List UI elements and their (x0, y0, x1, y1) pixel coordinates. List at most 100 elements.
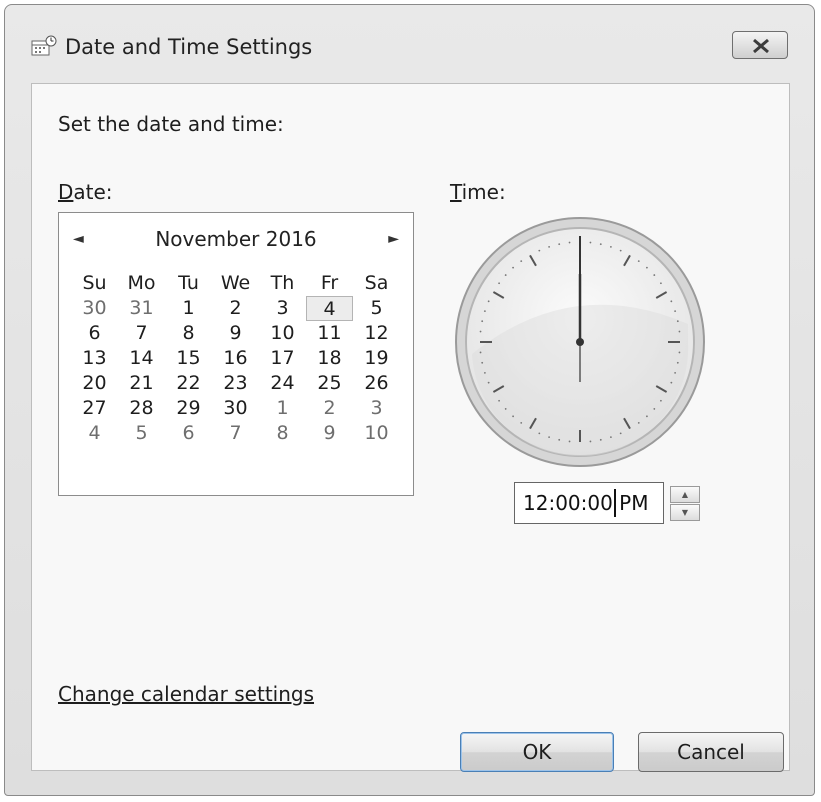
calendar-header: ◄ November 2016 ► (59, 227, 413, 257)
calendar-day-other-month[interactable]: 6 (165, 421, 212, 446)
spin-up-button[interactable]: ▲ (670, 486, 700, 503)
clock-minute-dot (479, 351, 482, 354)
calendar-day[interactable]: 8 (165, 321, 212, 346)
clock-minute-dot (599, 243, 602, 246)
calendar-day-other-month[interactable]: 4 (71, 421, 118, 446)
calendar-day[interactable]: 22 (165, 371, 212, 396)
calendar-day-other-month[interactable]: 2 (306, 396, 353, 421)
clock-minute-dot (619, 249, 622, 252)
clock-minute-dot (670, 300, 673, 303)
calendar-day-other-month[interactable]: 7 (212, 421, 259, 446)
cancel-button[interactable]: Cancel (638, 732, 784, 772)
clock-minute-dot (558, 243, 561, 246)
change-calendar-settings-link[interactable]: Change calendar settings (58, 682, 314, 706)
calendar-day[interactable]: 21 (118, 371, 165, 396)
time-input[interactable]: 12:00:00 PM (514, 482, 664, 524)
calendar-day[interactable]: 4 (306, 296, 353, 321)
clock-minute-dot (653, 274, 656, 276)
calendar-month-title[interactable]: November 2016 (59, 227, 413, 251)
clock-minute-dot (483, 372, 486, 374)
clock-minute-dot (660, 282, 662, 285)
clock-minute-dot (512, 415, 514, 418)
clock-minute-dot (481, 361, 484, 364)
day-of-week-header: Tu (178, 272, 199, 294)
calendar-day[interactable]: 23 (212, 371, 259, 396)
clock-minute-dot (504, 274, 507, 276)
calendar-day-grid: Su Mo Tu We Th Fr Sa 30 31 1 2 3 4 5 6 7 8 9 10 11 12 13 14 15 1… (71, 271, 400, 446)
clock-minute-dot (520, 260, 523, 262)
clock-minute-dot (610, 245, 612, 248)
calendar-day[interactable]: 30 (212, 396, 259, 421)
calendar-day[interactable]: 16 (212, 346, 259, 371)
clock-minute-dot (610, 436, 612, 439)
calendar-day[interactable]: 29 (165, 396, 212, 421)
calendar-day[interactable]: 26 (353, 371, 400, 396)
clock-minute-dot (479, 330, 482, 333)
time-spinner[interactable]: ▲ ▼ (670, 486, 700, 522)
clock-minute-dot (520, 422, 523, 424)
date-time-dialog: Date and Time Settings Set the date and … (4, 4, 815, 796)
calendar-day-other-month[interactable]: 30 (71, 296, 118, 321)
dialog-heading: Set the date and time: (58, 112, 284, 136)
calendar-day[interactable]: 17 (259, 346, 306, 371)
clock-minute-dot (674, 372, 677, 374)
clock-minute-dot (548, 245, 550, 248)
calendar-day[interactable]: 24 (259, 371, 306, 396)
calendar-day-other-month[interactable]: 31 (118, 296, 165, 321)
next-month-arrow-icon[interactable]: ► (388, 231, 399, 247)
clock-minute-dot (676, 361, 679, 364)
clock-minute-dot (504, 408, 507, 410)
calendar-day[interactable]: 13 (71, 346, 118, 371)
clock-minute-dot (487, 381, 490, 384)
clock-minute-dot (512, 266, 514, 269)
calendar-day[interactable]: 7 (118, 321, 165, 346)
clock-minute-dot (637, 422, 640, 424)
close-button[interactable] (732, 31, 788, 59)
calendar-day[interactable]: 19 (353, 346, 400, 371)
clock-minute-dot (487, 300, 490, 303)
calendar-day[interactable]: 2 (212, 296, 259, 321)
clock-minute-dot (599, 438, 602, 441)
day-of-week-header: Sa (364, 272, 389, 294)
clock-minute-dot (589, 440, 592, 443)
calendar-day[interactable]: 27 (71, 396, 118, 421)
day-of-week-header: Fr (320, 272, 339, 294)
month-calendar[interactable]: ◄ November 2016 ► Su Mo Tu We Th Fr Sa 30 31 1 2 3 4… (58, 212, 414, 496)
calendar-day[interactable]: 6 (71, 321, 118, 346)
spin-down-button[interactable]: ▼ (670, 504, 700, 521)
clock-minute-dot (568, 241, 571, 244)
calendar-day[interactable]: 20 (71, 371, 118, 396)
clock-minute-dot (481, 320, 484, 323)
clock-minute-dot (538, 432, 541, 435)
calendar-day[interactable]: 5 (353, 296, 400, 321)
calendar-day[interactable]: 3 (259, 296, 306, 321)
calendar-day[interactable]: 15 (165, 346, 212, 371)
calendar-day[interactable]: 1 (165, 296, 212, 321)
calendar-day-other-month[interactable]: 3 (353, 396, 400, 421)
title-bar[interactable]: Date and Time Settings (5, 5, 814, 83)
calendar-day[interactable]: 18 (306, 346, 353, 371)
ok-button[interactable]: OK (460, 732, 614, 772)
calendar-day[interactable]: 14 (118, 346, 165, 371)
close-icon (753, 38, 769, 54)
time-label-mnemonic: T (450, 180, 462, 204)
calendar-day-other-month[interactable]: 9 (306, 421, 353, 446)
clock-minute-dot (589, 241, 592, 244)
calendar-day[interactable]: 10 (259, 321, 306, 346)
date-label-mnemonic: D (58, 180, 74, 204)
calendar-day-other-month[interactable]: 5 (118, 421, 165, 446)
calendar-day[interactable]: 11 (306, 321, 353, 346)
calendar-day[interactable]: 9 (212, 321, 259, 346)
calendar-day-other-month[interactable]: 10 (353, 421, 400, 446)
calendar-day-other-month[interactable]: 1 (259, 396, 306, 421)
text-cursor (614, 489, 616, 517)
calendar-day[interactable]: 25 (306, 371, 353, 396)
clock-minute-dot (660, 399, 662, 402)
calendar-day[interactable]: 12 (353, 321, 400, 346)
calendar-day-other-month[interactable]: 8 (259, 421, 306, 446)
clock-center-pin (576, 338, 584, 346)
clock-minute-dot (619, 432, 622, 435)
clock-minute-dot (637, 260, 640, 262)
clock-minute-dot (568, 440, 571, 443)
calendar-day[interactable]: 28 (118, 396, 165, 421)
